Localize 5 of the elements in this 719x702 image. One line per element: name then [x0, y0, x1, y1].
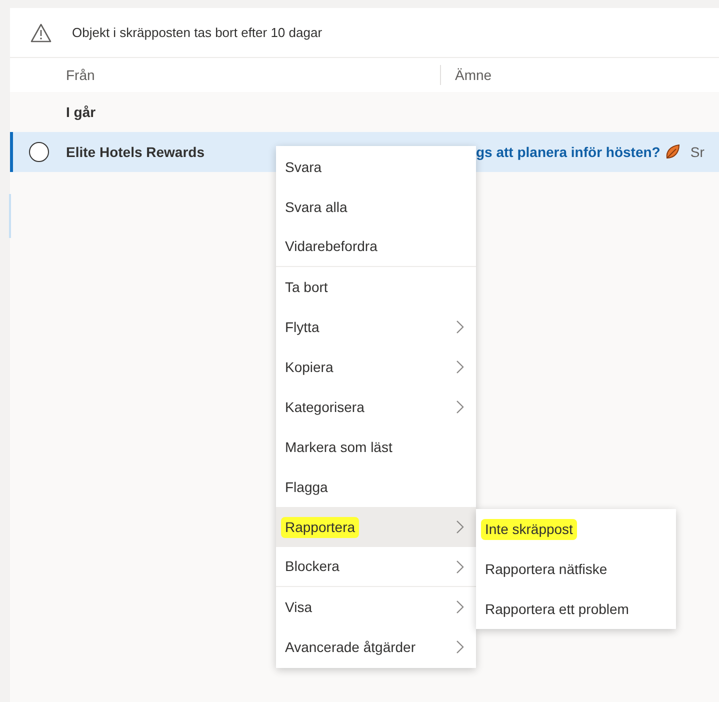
group-header: I går: [66, 102, 96, 122]
notice-text: Objekt i skräpposten tas bort efter 10 dagar: [72, 24, 322, 42]
message-preview: Sr: [690, 142, 704, 162]
message-subject: gs att planera inför hösten?: [476, 142, 660, 162]
sender-name: Elite Hotels Rewards: [66, 142, 206, 162]
